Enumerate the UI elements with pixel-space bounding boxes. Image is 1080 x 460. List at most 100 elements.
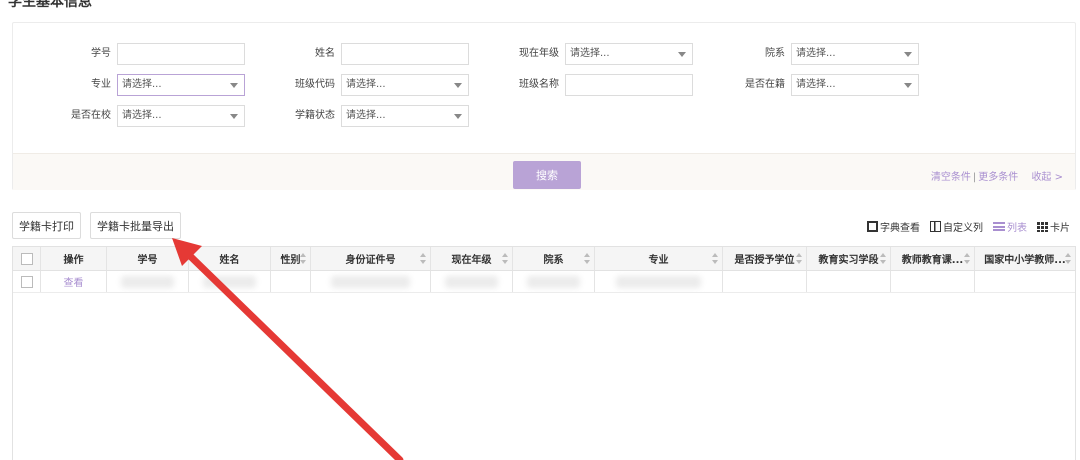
- class-code-label: 班级代码: [295, 79, 335, 90]
- sort-icon: [964, 253, 970, 264]
- view-toolbar: 字典查看 自定义列 列表 卡片: [867, 219, 1070, 234]
- sort-icon: [796, 253, 802, 264]
- header-major[interactable]: 专业: [595, 247, 723, 270]
- sort-icon: [584, 253, 590, 264]
- header-national-teacher[interactable]: 国家中小学教师...: [975, 247, 1075, 270]
- row-degree: [723, 271, 807, 292]
- table-header: 操作 学号 姓名 性别 身份证件号 现在年级 院系 专业 是否授予学位 教育实习…: [13, 247, 1075, 271]
- header-grade-label: 现在年级: [451, 255, 492, 266]
- class-code-select[interactable]: 请选择...: [341, 74, 469, 96]
- enrolled-select-value: 请选择...: [796, 79, 836, 90]
- status-select[interactable]: 请选择...: [341, 105, 469, 127]
- redacted-value: [330, 275, 411, 288]
- chevron-down-icon: [678, 52, 686, 57]
- header-degree-label: 是否授予学位: [734, 255, 795, 266]
- grid-icon: [1037, 221, 1048, 232]
- sort-icon: [880, 253, 886, 264]
- sort-icon: [420, 253, 426, 264]
- class-name-label: 班级名称: [519, 79, 559, 90]
- sort-icon: [712, 253, 718, 264]
- class-code-select-value: 请选择...: [346, 79, 386, 90]
- status-select-value: 请选择...: [346, 110, 386, 121]
- redacted-value: [445, 275, 498, 288]
- header-action: 操作: [41, 247, 107, 270]
- collapse-link[interactable]: 收起 >: [1031, 172, 1063, 183]
- row-name: [189, 271, 271, 292]
- select-all-checkbox[interactable]: [20, 252, 33, 265]
- header-id-number[interactable]: 身份证件号: [311, 247, 431, 270]
- book-icon: [867, 221, 878, 232]
- header-gender[interactable]: 性别: [271, 247, 311, 270]
- list-view-button[interactable]: 列表: [993, 219, 1027, 234]
- header-teacher-course-label: 教师教育课...: [901, 255, 964, 266]
- header-major-label: 专业: [648, 255, 669, 266]
- filter-links: 清空条件 | 更多条件 收起 >: [931, 168, 1063, 183]
- custom-columns-button[interactable]: 自定义列: [930, 219, 983, 234]
- chevron-down-icon: [454, 83, 462, 88]
- class-name-input[interactable]: [565, 74, 693, 96]
- major-select[interactable]: 请选择...: [117, 74, 245, 96]
- page-title: 学生基本信息: [8, 0, 92, 10]
- grade-select[interactable]: 请选择...: [565, 43, 693, 65]
- card-view-label: 卡片: [1050, 223, 1070, 234]
- row-action-cell: 查看: [41, 271, 107, 292]
- card-view-button[interactable]: 卡片: [1037, 219, 1070, 234]
- header-internship[interactable]: 教育实习学段: [807, 247, 891, 270]
- redacted-value: [203, 275, 256, 288]
- major-select-value: 请选择...: [122, 79, 162, 90]
- redacted-value: [616, 275, 701, 288]
- clear-conditions-link[interactable]: 清空条件: [931, 172, 971, 183]
- header-name: 姓名: [189, 247, 271, 270]
- columns-icon: [930, 221, 941, 232]
- header-teacher-course[interactable]: 教师教育课...: [891, 247, 975, 270]
- sort-icon: [300, 253, 306, 264]
- link-separator: |: [972, 172, 977, 183]
- at-school-select-value: 请选择...: [122, 110, 162, 121]
- redacted-value: [121, 275, 174, 288]
- dict-view-button[interactable]: 字典查看: [867, 219, 920, 234]
- sort-icon: [1065, 253, 1071, 264]
- at-school-select[interactable]: 请选择...: [117, 105, 245, 127]
- table-row: 查看: [13, 271, 1075, 293]
- chevron-down-icon: [904, 83, 912, 88]
- name-label: 姓名: [315, 48, 335, 59]
- row-national-teacher: [975, 271, 1075, 292]
- chevron-down-icon: [904, 52, 912, 57]
- header-department-label: 院系: [543, 255, 564, 266]
- print-card-button[interactable]: 学籍卡打印: [12, 212, 81, 239]
- header-degree[interactable]: 是否授予学位: [723, 247, 807, 270]
- grade-label: 现在年级: [519, 48, 559, 59]
- enrolled-label: 是否在籍: [745, 79, 785, 90]
- row-gender: [271, 271, 311, 292]
- major-label: 专业: [91, 79, 111, 90]
- header-grade[interactable]: 现在年级: [431, 247, 513, 270]
- more-conditions-link[interactable]: 更多条件: [978, 172, 1018, 183]
- row-internship: [807, 271, 891, 292]
- custom-columns-label: 自定义列: [943, 223, 983, 234]
- chevron-down-icon: [230, 83, 238, 88]
- department-label: 院系: [765, 48, 785, 59]
- grade-select-value: 请选择...: [570, 48, 610, 59]
- redacted-value: [527, 275, 580, 288]
- search-button[interactable]: 搜索: [513, 161, 581, 189]
- chevron-down-icon: [230, 114, 238, 119]
- list-icon: [993, 222, 1005, 231]
- row-checkbox[interactable]: [20, 275, 33, 288]
- view-link[interactable]: 查看: [64, 274, 84, 289]
- header-department[interactable]: 院系: [513, 247, 595, 270]
- batch-export-button[interactable]: 学籍卡批量导出: [90, 212, 181, 239]
- header-student-id: 学号: [107, 247, 189, 270]
- department-select[interactable]: 请选择...: [791, 43, 919, 65]
- row-select-cell: [13, 271, 41, 292]
- row-student-id: [107, 271, 189, 292]
- department-select-value: 请选择...: [796, 48, 836, 59]
- header-gender-label: 性别: [280, 255, 301, 266]
- header-internship-label: 教育实习学段: [818, 255, 879, 266]
- select-all-cell: [13, 247, 41, 270]
- name-input[interactable]: [341, 43, 469, 65]
- student-id-input[interactable]: [117, 43, 245, 65]
- enrolled-select[interactable]: 请选择...: [791, 74, 919, 96]
- status-label: 学籍状态: [295, 110, 335, 121]
- row-major: [595, 271, 723, 292]
- at-school-label: 是否在校: [71, 110, 111, 121]
